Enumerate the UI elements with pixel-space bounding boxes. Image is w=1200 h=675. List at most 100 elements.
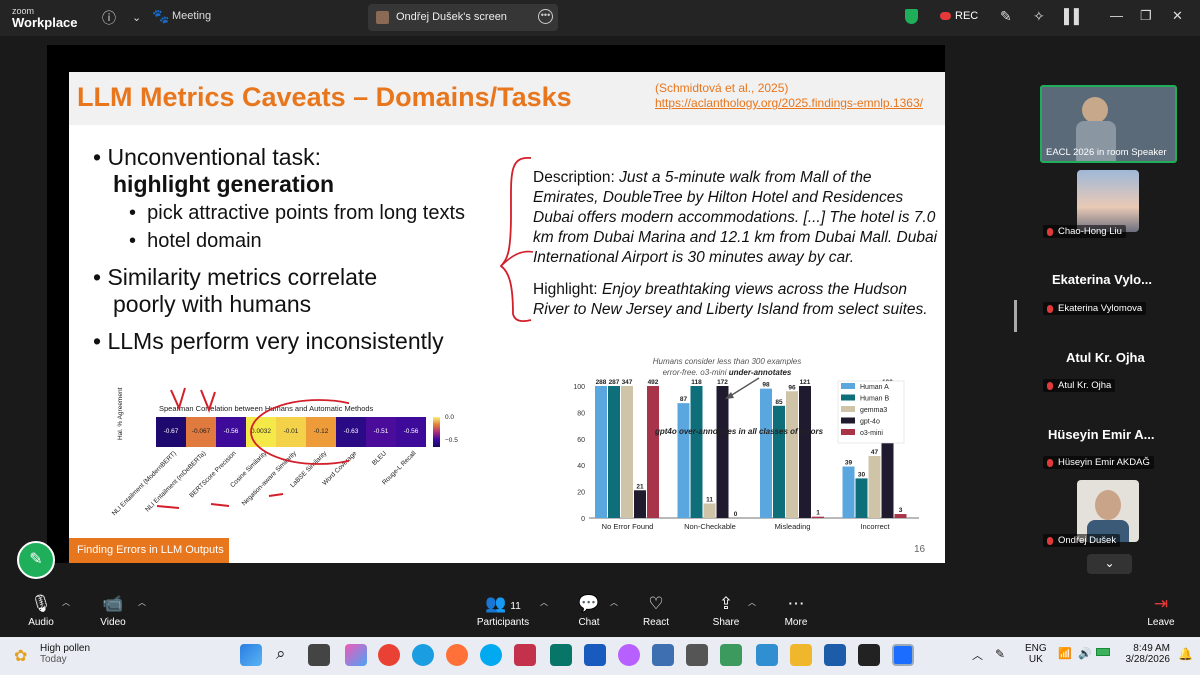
wifi-icon[interactable]: 📶: [1058, 647, 1072, 660]
bar-value-label: 288: [596, 379, 607, 386]
volume-icon[interactable]: 🔊: [1078, 647, 1092, 660]
bar: [647, 386, 659, 518]
x-category-label: Incorrect: [860, 522, 890, 531]
chevron-up-icon[interactable]: ︿: [138, 597, 146, 608]
screen-share-tab[interactable]: Ondřej Dušek's screen •••: [368, 4, 558, 31]
leave-icon: ⇥: [1153, 594, 1169, 613]
battery-icon[interactable]: [1096, 648, 1110, 656]
chevron-up-icon[interactable]: ︿: [748, 597, 756, 608]
citation: (Schmidtová et al., 2025) https://aclant…: [655, 81, 923, 111]
chart-app-icon[interactable]: [720, 644, 742, 666]
zoom-taskbar-icon[interactable]: [892, 644, 914, 666]
avatar: [376, 11, 389, 24]
windows-start-icon[interactable]: [240, 644, 262, 666]
language-indicator[interactable]: ENG UK: [1025, 643, 1047, 665]
sparkle-icon[interactable]: ✧: [1033, 8, 1045, 25]
app-icon[interactable]: [756, 644, 778, 666]
windows-taskbar: ✿ High pollen Today ⌕ ︿ ✎ ENG UK 📶 🔊 8:4…: [0, 637, 1200, 675]
bar-value-label: 30: [858, 471, 866, 478]
heatmap-cell: -0.51: [366, 417, 396, 447]
leave-button[interactable]: ⇥ Leave: [1126, 591, 1196, 628]
colorbar-tick: −0.5: [445, 437, 458, 444]
chevron-up-icon[interactable]: ︿: [62, 597, 70, 608]
edge-icon[interactable]: [412, 644, 434, 666]
copilot-icon[interactable]: [345, 644, 367, 666]
legend-label: Human A: [860, 384, 889, 391]
app-icon[interactable]: [618, 644, 640, 666]
bar: [677, 403, 690, 518]
skype-icon[interactable]: [480, 644, 502, 666]
more-icon: ⋯: [787, 594, 805, 613]
virtualbox-icon[interactable]: [824, 644, 846, 666]
slide-footer: Finding Errors in LLM Outputs: [69, 538, 229, 563]
y-tick-label: 40: [577, 463, 585, 470]
chevron-up-icon[interactable]: ︿: [972, 647, 983, 663]
bar-value-label: 492: [648, 379, 659, 386]
more-icon[interactable]: •••: [538, 9, 553, 24]
bar: [608, 386, 620, 518]
meeting-label[interactable]: Meeting: [172, 10, 211, 22]
network-icon[interactable]: [652, 644, 674, 666]
participant-tag: Hüseyin Emir AKDAĞ: [1043, 456, 1154, 469]
shield-icon[interactable]: [905, 9, 918, 24]
scrollbar[interactable]: [1014, 300, 1017, 332]
legend-swatch: [841, 394, 855, 401]
chevron-down-icon[interactable]: ⌄: [132, 11, 141, 24]
bullet-2-cont: poorly with humans: [113, 291, 312, 317]
chrome-icon[interactable]: [378, 644, 400, 666]
speaker-head: [1082, 97, 1108, 123]
bullet-3: • LLMs perform very inconsistently: [93, 328, 444, 354]
y-tick-label: 100: [573, 384, 585, 391]
terminal-icon[interactable]: [858, 644, 880, 666]
pdf-icon[interactable]: [514, 644, 536, 666]
task-view-icon[interactable]: [308, 644, 330, 666]
bar: [855, 478, 868, 518]
bar: [690, 386, 703, 518]
avatar: [1077, 170, 1139, 232]
bar: [716, 386, 729, 518]
chevron-up-icon[interactable]: ︿: [540, 597, 548, 608]
x-category-label: No Error Found: [602, 522, 654, 531]
participant-name: Hüseyin Emir A...: [1048, 427, 1155, 442]
record-button[interactable]: REC: [940, 10, 978, 22]
bullet-1: • Unconventional task:: [93, 144, 321, 170]
legend-label: o3-mini: [860, 430, 883, 437]
more-button[interactable]: ⋯ More: [761, 591, 831, 628]
colorbar-tick: 0.0: [445, 414, 455, 421]
weather-widget[interactable]: High pollen Today: [40, 643, 90, 665]
close-icon[interactable]: ✕: [1172, 8, 1183, 24]
search-icon[interactable]: ⌕: [276, 644, 298, 666]
citation-link[interactable]: https://aclanthology.org/2025.findings-e…: [655, 96, 923, 111]
heart-icon: ♡: [648, 594, 664, 613]
red-bracket-annotation: [499, 157, 534, 322]
speaker-label: EACL 2026 in room Speaker: [1046, 147, 1167, 158]
vscode-icon[interactable]: [584, 644, 606, 666]
chevron-down-icon[interactable]: ⌄: [1087, 554, 1132, 574]
minimize-icon[interactable]: —: [1110, 8, 1123, 23]
chevron-up-icon[interactable]: ︿: [610, 597, 618, 608]
react-button[interactable]: ♡ React: [621, 591, 691, 628]
pollen-icon: ✿: [14, 648, 28, 665]
layout-icon[interactable]: ▌▌: [1064, 8, 1084, 24]
publisher-icon[interactable]: [550, 644, 572, 666]
bar-value-label: 39: [845, 460, 853, 467]
legend-swatch: [841, 406, 855, 412]
files-icon[interactable]: [686, 644, 708, 666]
info-icon[interactable]: ⓘ: [102, 8, 116, 28]
annotate-pen-button[interactable]: ✎: [17, 541, 55, 579]
firefox-icon[interactable]: [446, 644, 468, 666]
pen-icon: ✎: [29, 551, 43, 568]
restore-icon[interactable]: ❐: [1140, 8, 1152, 24]
bar-value-label: 3: [899, 507, 903, 514]
clock[interactable]: 8:49 AM 3/28/2026: [1118, 643, 1171, 665]
bar-value-label: 121: [800, 379, 811, 386]
folder-icon[interactable]: [790, 644, 812, 666]
pen-icon[interactable]: ✎: [1000, 8, 1012, 25]
record-icon: [940, 12, 951, 21]
pen-tray-icon[interactable]: ✎: [995, 647, 1005, 661]
notification-bell-icon[interactable]: 🔔: [1178, 647, 1193, 661]
speaker-video[interactable]: EACL 2026 in room Speaker: [1040, 85, 1177, 163]
participants-button[interactable]: 👥 11 Participants: [468, 591, 538, 628]
heatmap-colorbar: [433, 417, 440, 447]
participant-tag: Ondřej Dušek: [1043, 534, 1121, 547]
